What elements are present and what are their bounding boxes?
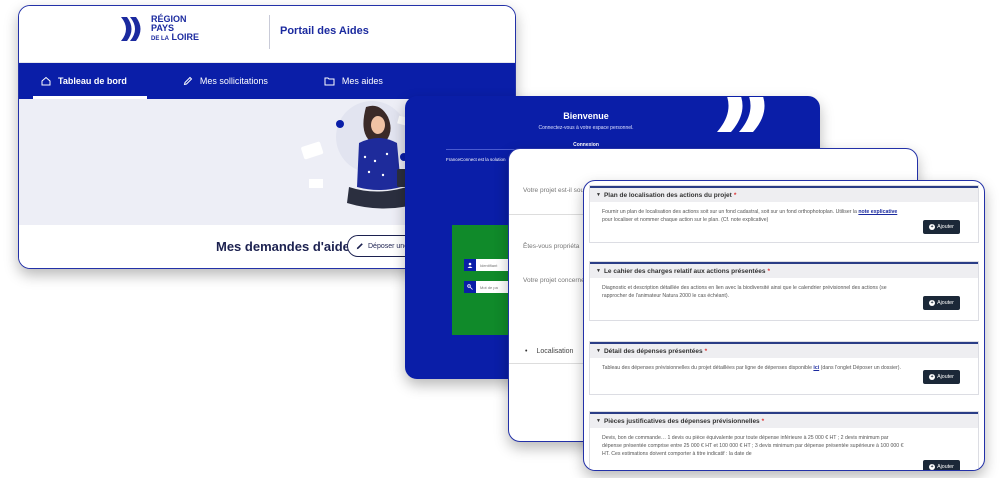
description-text: Tableau des dépenses prévisionnelles du … — [602, 365, 814, 371]
nav-tableau-de-bord[interactable]: Tableau de bord — [33, 63, 147, 99]
plus-icon: + — [929, 374, 936, 380]
document-section: ▼ Le cahier des charges relatif aux acti… — [589, 261, 979, 321]
documents-window: ▼ Plan de localisation des actions du pr… — [583, 180, 985, 471]
chevron-down-icon: ▼ — [596, 192, 601, 198]
required-mark: * — [767, 267, 770, 275]
region-logo[interactable]: RÉGION PAYS DE LA LOIRE — [117, 14, 199, 44]
section-description: Diagnostic et description détaillée des … — [590, 278, 978, 306]
home-icon — [41, 76, 51, 86]
nav-label: Mes aides — [341, 76, 383, 86]
header-divider — [269, 15, 270, 49]
key-icon — [464, 281, 476, 293]
add-button[interactable]: + Ajouter — [923, 370, 960, 384]
note-explicative-link[interactable]: note explicative — [858, 209, 897, 215]
question-projet-concerne: Votre projet concerne — [523, 277, 585, 284]
section-title: Plan de localisation des actions du proj… — [603, 191, 732, 199]
add-button[interactable]: + Ajouter — [923, 220, 960, 234]
user-icon — [464, 259, 476, 271]
region-brand-mark-icon — [717, 97, 765, 132]
add-button-label: Ajouter — [937, 300, 954, 306]
section-title: Le cahier des charges relatif aux action… — [603, 267, 766, 275]
section-header[interactable]: ▼ Plan de localisation des actions du pr… — [590, 186, 978, 202]
region-logo-text: RÉGION PAYS DE LA LOIRE — [151, 14, 200, 44]
folder-icon — [324, 77, 335, 86]
description-text: Devis, bon de commande… 1 devis ou pièce… — [602, 435, 904, 457]
question-proprietaire: Êtes-vous propriéta — [523, 243, 580, 250]
nav-label: Tableau de bord — [58, 76, 127, 86]
main-nav: Tableau de bord Mes sollicitations Mes a… — [19, 63, 515, 99]
plus-icon: + — [929, 464, 936, 470]
requests-title: Mes demandes d'aides — [216, 239, 358, 254]
section-description: Fournir un plan de localisation des acti… — [590, 202, 978, 230]
section-header[interactable]: ▼ Le cahier des charges relatif aux acti… — [590, 262, 978, 278]
nav-mes-aides[interactable]: Mes aides — [316, 63, 403, 99]
section-description: Devis, bon de commande… 1 devis ou pièce… — [590, 428, 978, 464]
add-button-label: Ajouter — [937, 464, 954, 470]
section-title: Pièces justificatives des dépenses prévi… — [603, 417, 760, 425]
description-text: (dans l'onglet Déposer un dossier). — [819, 365, 901, 371]
chevron-down-icon: ▼ — [596, 348, 601, 354]
required-mark: * — [761, 417, 765, 425]
nav-label: Mes sollicitations — [199, 76, 268, 86]
description-text: Diagnostic et description détaillée des … — [602, 285, 887, 299]
pen-icon — [356, 243, 363, 250]
add-button-label: Ajouter — [937, 224, 954, 230]
chevron-down-icon: ▼ — [596, 418, 601, 424]
chevron-down-icon: ▼ — [596, 268, 601, 274]
logo-line-de-la: DE LA — [151, 35, 169, 42]
document-section: ▼ Plan de localisation des actions du pr… — [589, 185, 979, 243]
localisation-step[interactable]: Localisation — [525, 348, 573, 355]
description-text: Fournir un plan de localisation des acti… — [602, 209, 859, 215]
description-text: pour localiser et nommer chaque action s… — [602, 217, 769, 223]
required-mark: * — [704, 347, 708, 355]
screenshot-collage: RÉGION PAYS DE LA LOIRE Portail des Aide… — [0, 0, 1000, 478]
document-section: ▼ Pièces justificatives des dépenses pré… — [589, 411, 979, 470]
plus-icon: + — [929, 224, 936, 230]
portal-header: RÉGION PAYS DE LA LOIRE Portail des Aide… — [19, 6, 515, 63]
logo-line-loire: DE LA LOIRE — [151, 31, 200, 44]
section-description: Tableau des dépenses prévisionnelles du … — [590, 358, 978, 378]
section-header[interactable]: ▼ Détail des dépenses présentées * — [590, 342, 978, 358]
add-button[interactable]: + Ajouter — [923, 460, 960, 470]
plus-icon: + — [929, 300, 936, 306]
required-mark: * — [733, 191, 737, 199]
section-header[interactable]: ▼ Pièces justificatives des dépenses pré… — [590, 412, 978, 428]
document-section: ▼ Détail des dépenses présentées * Tablea… — [589, 341, 979, 395]
portal-title: Portail des Aides — [280, 25, 369, 37]
logo-line-loire-text: LOIRE — [171, 31, 200, 42]
add-button-label: Ajouter — [937, 374, 954, 380]
pen-icon — [183, 76, 193, 86]
nav-mes-sollicitations[interactable]: Mes sollicitations — [175, 63, 288, 99]
region-logo-mark-icon — [117, 14, 147, 44]
add-button[interactable]: + Ajouter — [923, 296, 960, 310]
section-title: Détail des dépenses présentées — [603, 347, 703, 355]
